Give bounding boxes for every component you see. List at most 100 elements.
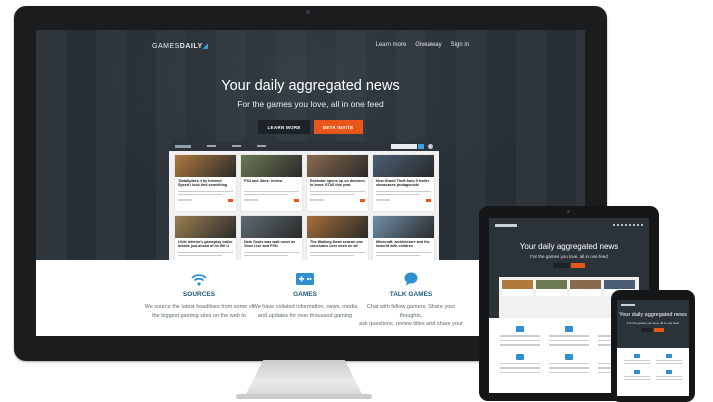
news-excerpt (175, 249, 236, 257)
news-title: The Walking Dead season one concludes ne… (310, 240, 363, 249)
brand-prefix: GAMES (152, 43, 180, 50)
tablet-feature (548, 326, 589, 346)
news-thumbnail (307, 216, 368, 238)
phone-hero-subtitle: For the games you love, all in one feed (627, 321, 679, 325)
news-meta (307, 196, 368, 203)
learn-more-button[interactable]: LEARN MORE (258, 120, 310, 134)
gamepad-icon (250, 272, 360, 286)
feature-games: GAMES We have collated information, news… (250, 272, 360, 320)
nav-sign-in[interactable]: Sign in (451, 42, 469, 48)
phone-screen: Your daily aggregated news For the games… (617, 300, 689, 396)
preview-avatar (428, 143, 433, 149)
tablet-preview-card (502, 280, 533, 296)
phone-hero-title: Your daily aggregated news (619, 312, 687, 318)
feature-description: Chat with fellow gamers. Share your thou… (359, 304, 463, 328)
news-excerpt (241, 188, 302, 196)
phone-feature (624, 370, 650, 380)
phone-feature (656, 354, 682, 364)
hero-buttons: LEARN MORE BETA INVITE (36, 120, 585, 134)
beta-invite-button[interactable]: BETA INVITE (313, 120, 363, 134)
hero-title: Your daily aggregated news (221, 78, 400, 94)
tablet-preview-card (536, 280, 567, 296)
tablet-feature (499, 353, 540, 373)
news-title: Dark Souls was wait novel as Xbox Live a… (244, 240, 296, 249)
wifi-icon (144, 272, 254, 286)
phone-device: Your daily aggregated news For the games… (611, 290, 695, 402)
news-excerpt (175, 188, 236, 196)
news-title: Little Inferno's gameplay trailer detail… (178, 240, 233, 249)
preview-news-card[interactable]: Minecraft, architecture and the inworld … (373, 216, 434, 260)
feature-title: GAMES (293, 291, 317, 298)
phone-brand-logo (621, 304, 635, 306)
news-meta (241, 196, 302, 203)
phone-beta-invite-button (654, 328, 664, 332)
preview-navbar (169, 141, 439, 151)
news-thumbnail (307, 155, 368, 177)
monitor-stand (244, 360, 364, 398)
preview-search-icon (418, 143, 424, 149)
news-thumbnail (175, 216, 236, 238)
tablet-camera (567, 210, 570, 213)
news-title: New Grand Theft Auto 5 trailer showcases… (376, 179, 430, 188)
feature-title: TALK GAMES (389, 291, 433, 298)
brand-logo[interactable]: GAMESDAILY◢ (152, 42, 209, 50)
news-thumbnail (241, 155, 302, 177)
nav-giveaway[interactable]: Giveaway (415, 42, 441, 48)
news-meta (175, 196, 236, 203)
preview-logo (175, 144, 191, 148)
preview-nav-item (232, 145, 241, 147)
tablet-feature (548, 353, 589, 373)
news-meta (373, 196, 434, 203)
tablet-preview-card (570, 280, 601, 296)
chat-icon (356, 272, 466, 286)
preview-news-card[interactable]: Dark Souls was wait novel as Xbox Live a… (241, 216, 302, 260)
device-mockup-stage: GAMESDAILY◢ Learn more Giveaway Sign in … (0, 0, 713, 402)
preview-nav-item (207, 145, 216, 147)
tablet-nav (613, 224, 643, 226)
phone-features-row (617, 348, 689, 364)
news-title: Minecraft, architecture and the inworld … (376, 240, 430, 249)
preview-news-card[interactable]: The Walking Dead season one concludes ne… (307, 216, 368, 260)
tablet-beta-invite-button (571, 263, 585, 268)
tablet-learn-more-button (553, 263, 569, 268)
preview-search-input (391, 143, 417, 149)
preview-nav-item (257, 145, 266, 147)
preview-news-card[interactable]: PS4 and Xbox: review (241, 155, 302, 211)
news-excerpt (373, 249, 434, 257)
preview-news-card[interactable]: Rockstar opens up on decision to leave G… (307, 155, 368, 211)
feature-sources: SOURCES We source the latest headlines f… (144, 272, 254, 320)
news-excerpt (307, 188, 368, 196)
feature-talk-games: TALK GAMES Chat with fellow gamers. Shar… (356, 272, 466, 329)
news-excerpt (241, 249, 302, 257)
nav-learn-more[interactable]: Learn more (376, 42, 407, 48)
phone-learn-more-button (641, 328, 652, 332)
tablet-feature (499, 326, 540, 346)
news-thumbnail (241, 216, 302, 238)
news-thumbnail (373, 155, 434, 177)
preview-news-card[interactable]: New Grand Theft Auto 5 trailer showcases… (373, 155, 434, 211)
preview-card-grid: 'DataSpikes 4 by Interect' Speed I look … (175, 155, 434, 260)
brand-suffix: DAILY (179, 43, 203, 50)
news-title: Rockstar opens up on decision to leave G… (310, 179, 365, 188)
tablet-hero-subtitle: For the games you love, all in one feed (530, 254, 608, 259)
phone-hero: Your daily aggregated news For the games… (617, 300, 689, 348)
hero-subtitle: For the games you love, all in one feed (237, 99, 384, 109)
news-title: 'DataSpikes 4 by Interect' Speed I look … (178, 179, 228, 188)
phone-feature (656, 370, 682, 380)
feature-title: SOURCES (182, 291, 216, 298)
phone-features-row (617, 364, 689, 380)
tablet-brand-logo (495, 224, 517, 227)
news-excerpt (307, 249, 368, 257)
top-navigation: Learn more Giveaway Sign in (376, 42, 469, 48)
feature-description: We have collated information, news, medi… (252, 304, 358, 319)
feature-description: We source the latest headlines from some… (144, 304, 254, 319)
preview-news-card[interactable]: 'DataSpikes 4 by Interect' Speed I look … (175, 155, 236, 211)
monitor-stand-base (236, 394, 372, 399)
brand-triangle-icon: ◢ (202, 43, 209, 50)
app-preview-window: 'DataSpikes 4 by Interect' Speed I look … (169, 141, 439, 260)
news-thumbnail (373, 216, 434, 238)
news-title: PS4 and Xbox: review (244, 179, 283, 183)
preview-news-card[interactable]: Little Inferno's gameplay trailer detail… (175, 216, 236, 260)
news-excerpt (373, 188, 434, 196)
phone-feature (624, 354, 650, 364)
